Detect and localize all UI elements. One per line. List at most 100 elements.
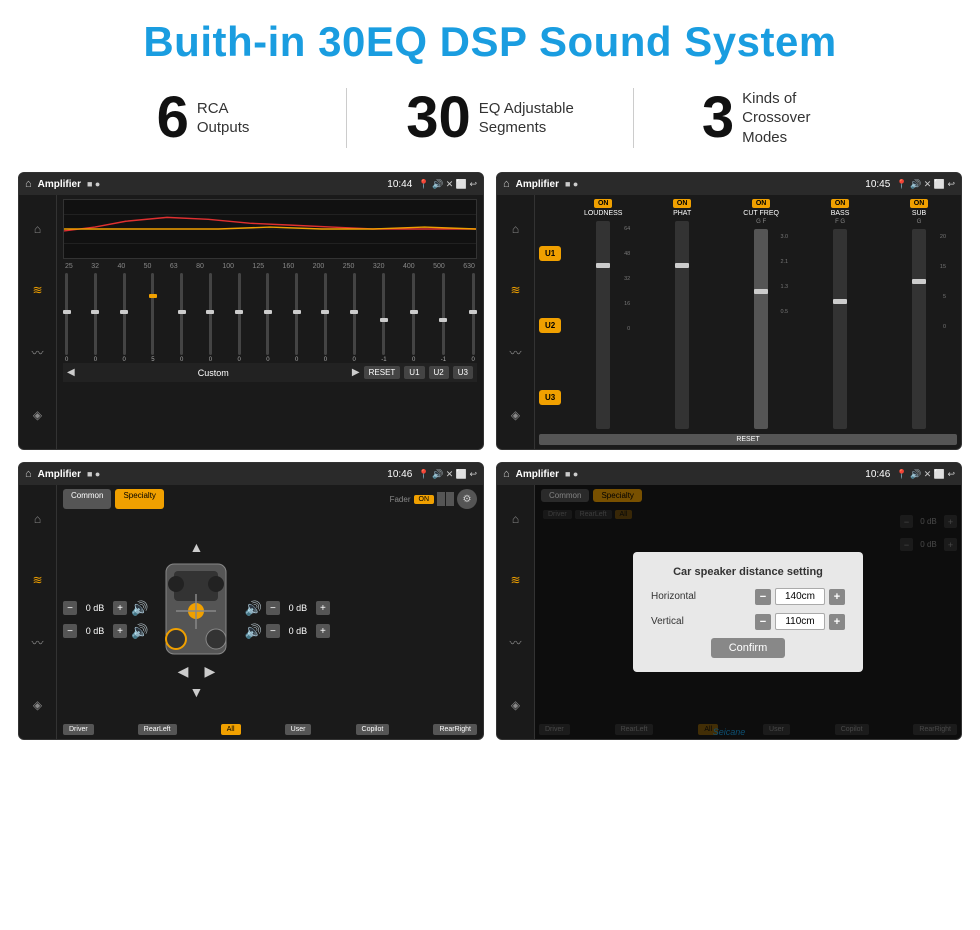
fader-sidebar-icon-1[interactable]: ⌂ (34, 512, 41, 526)
stat-rca: 6 RCAOutputs (60, 89, 346, 147)
eq-slider-15: 0 (472, 273, 475, 363)
fader-tab-common[interactable]: Common (63, 489, 111, 509)
eq-sidebar-icon-3[interactable]: 〰 (31, 344, 43, 361)
stat-crossover-label: Kinds ofCrossover Modes (742, 89, 852, 148)
confirm-button[interactable]: Confirm (711, 638, 786, 658)
modal-vertical-control: − 110cm + (755, 613, 845, 630)
eq-sidebar-icon-2[interactable]: ≋ (32, 283, 42, 297)
amp-u3-btn[interactable]: U3 (539, 390, 561, 405)
fader-sidebar-icon-3[interactable]: 〰 (31, 634, 43, 651)
amp-sidebar-icon-2[interactable]: ≋ (510, 283, 520, 297)
home-icon-3[interactable]: ⌂ (25, 468, 32, 480)
eq-slider-4: 5 (151, 273, 154, 363)
fader-minus-2[interactable]: − (63, 624, 77, 638)
fader-plus-2[interactable]: + (113, 624, 127, 638)
distance-sidebar: ⌂ ≋ 〰 ◈ (497, 485, 535, 739)
eq-slider-9: 0 (295, 273, 298, 363)
screen-distance-title: Amplifier (516, 469, 559, 480)
eq-sidebar-icon-1[interactable]: ⌂ (34, 222, 41, 236)
amp-bass-slider[interactable] (833, 229, 847, 429)
fader-btn-all[interactable]: All (221, 724, 241, 735)
eq-slider-8: 0 (266, 273, 269, 363)
amp-sub-on[interactable]: ON (910, 199, 929, 208)
amp-u1-btn[interactable]: U1 (539, 246, 561, 261)
amp-controls: U1 U2 U3 ON LOUDNESS 64 48 (539, 199, 957, 431)
amp-phat-on[interactable]: ON (673, 199, 692, 208)
fader-speaker-icon-2: 🔊 (131, 623, 148, 640)
amp-loudness-slider[interactable]: 64 48 32 16 0 (596, 221, 610, 429)
eq-slider-6: 0 (209, 273, 212, 363)
home-icon-4[interactable]: ⌂ (503, 468, 510, 480)
amp-sidebar-icon-3[interactable]: 〰 (509, 344, 521, 361)
home-icon[interactable]: ⌂ (25, 178, 32, 190)
amp-loudness-on[interactable]: ON (594, 199, 613, 208)
fader-speaker-icon-3: 🔊 (244, 600, 261, 617)
fader-btn-copilot[interactable]: Copilot (356, 724, 390, 735)
fader-btn-driver[interactable]: Driver (63, 724, 94, 735)
fader-db-row-2: − 0 dB + 🔊 (63, 623, 148, 640)
home-icon-2[interactable]: ⌂ (503, 178, 510, 190)
modal-vertical-minus[interactable]: − (755, 614, 771, 630)
modal-title: Car speaker distance setting (651, 566, 845, 578)
u3-btn[interactable]: U3 (453, 366, 473, 379)
eq-slider-5: 0 (180, 273, 183, 363)
amp-reset-btn[interactable]: RESET (539, 434, 957, 445)
u2-btn[interactable]: U2 (429, 366, 449, 379)
page-header: Buith-in 30EQ DSP Sound System (0, 0, 980, 76)
fader-side-arrows: ◀ ▶ (178, 663, 216, 680)
amp-u2-btn[interactable]: U2 (539, 318, 561, 333)
amp-cutfreq-on[interactable]: ON (752, 199, 771, 208)
fader-on-btn[interactable]: ON (414, 495, 435, 504)
prev-arrow[interactable]: ◀ (67, 367, 75, 378)
modal-horizontal-plus[interactable]: + (829, 589, 845, 605)
reset-btn[interactable]: RESET (364, 366, 401, 379)
eq-main: 25 32 40 50 63 80 100 125 160 200 250 32… (57, 195, 483, 449)
fader-plus-4[interactable]: + (316, 624, 330, 638)
screen-distance-time: 10:46 (865, 469, 890, 480)
screen-eq-content: ⌂ ≋ 〰 ◈ (19, 195, 483, 449)
distance-modal: Car speaker distance setting Horizontal … (633, 552, 863, 672)
screen-distance: ⌂ Amplifier ■ ● 10:46 📍 🔊 ✕ ⬜ ↩ ⌂ ≋ 〰 ◈ … (496, 462, 962, 740)
stat-rca-number: 6 (157, 89, 189, 147)
amp-phat-slider[interactable] (675, 221, 689, 429)
fader-plus-1[interactable]: + (113, 601, 127, 615)
up-arrow-icon[interactable]: ▲ (190, 539, 204, 555)
next-arrow[interactable]: ▶ (352, 367, 360, 378)
fader-speaker-icon-1: 🔊 (131, 600, 148, 617)
u1-btn[interactable]: U1 (404, 366, 424, 379)
fader-btn-rearright[interactable]: RearRight (433, 724, 477, 735)
left-arrow-icon[interactable]: ◀ (178, 663, 189, 680)
down-arrow-icon[interactable]: ▼ (190, 684, 204, 700)
amp-sidebar-icon-1[interactable]: ⌂ (512, 222, 519, 236)
modal-horizontal-minus[interactable]: − (755, 589, 771, 605)
fader-tab-specialty[interactable]: Specialty (115, 489, 163, 509)
stat-eq-label: EQ AdjustableSegments (479, 99, 574, 138)
fader-minus-3[interactable]: − (266, 601, 280, 615)
fader-btn-user[interactable]: User (285, 724, 312, 735)
screen-eq-time: 10:44 (387, 179, 412, 190)
amp-bass-on[interactable]: ON (831, 199, 850, 208)
fader-minus-1[interactable]: − (63, 601, 77, 615)
eq-slider-14: -1 (441, 273, 446, 363)
dist-sidebar-icon-1[interactable]: ⌂ (512, 512, 519, 526)
fader-bottom-row: Driver RearLeft All User Copilot RearRig… (63, 724, 477, 735)
fader-btn-rearleft[interactable]: RearLeft (138, 724, 177, 735)
fader-sidebar-icon-2[interactable]: ≋ (32, 573, 42, 587)
dist-sidebar-icon-4[interactable]: ◈ (511, 698, 520, 712)
settings-icon[interactable]: ⚙ (463, 494, 472, 505)
fader-speaker-icon-4: 🔊 (244, 623, 261, 640)
fader-sidebar-icon-4[interactable]: ◈ (33, 698, 42, 712)
amp-sidebar-icon-4[interactable]: ◈ (511, 408, 520, 422)
fader-plus-3[interactable]: + (316, 601, 330, 615)
amp-cutfreq-slider[interactable]: 3.0 2.1 1.3 0.5 (754, 229, 768, 429)
fader-left: − 0 dB + 🔊 − 0 dB + 🔊 (63, 600, 148, 640)
dist-sidebar-icon-2[interactable]: ≋ (510, 573, 520, 587)
amp-sub-slider[interactable]: 20 15 5 0 (912, 229, 926, 429)
right-arrow-icon[interactable]: ▶ (204, 663, 215, 680)
fader-minus-4[interactable]: − (266, 624, 280, 638)
eq-sidebar-icon-4[interactable]: ◈ (33, 408, 42, 422)
dist-sidebar-icon-3[interactable]: 〰 (509, 634, 521, 651)
eq-bottom-bar: ◀ Custom ▶ RESET U1 U2 U3 (63, 363, 477, 382)
screen-amp-dots: ■ ● (565, 179, 578, 189)
modal-vertical-plus[interactable]: + (829, 614, 845, 630)
